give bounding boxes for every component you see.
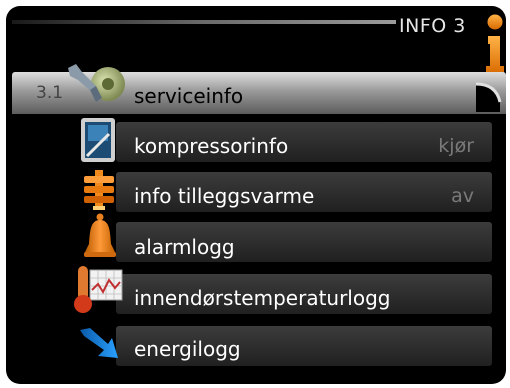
header-divider	[12, 20, 396, 24]
menu-item-label: innendørstemperaturlogg	[134, 286, 391, 310]
display-screen: INFO 3 3.1 serviceinfo kompressorinfo kj…	[6, 6, 506, 384]
thermometer-graph-icon	[74, 266, 123, 313]
menu-item-value: kjør	[438, 135, 474, 157]
page-title: INFO 3	[399, 15, 466, 37]
menu-item-label: alarmlogg	[134, 235, 235, 259]
info-icon	[486, 14, 504, 74]
menu-item-label: info tilleggsvarme	[134, 184, 315, 208]
energy-arrow-icon	[80, 328, 118, 358]
heater-icon	[84, 170, 114, 210]
menu-item-label: kompressorinfo	[134, 134, 289, 158]
menu-item-value: av	[451, 185, 474, 207]
compressor-display-icon	[81, 118, 115, 162]
alarm-bell-icon	[84, 213, 116, 257]
menu-item-label: energilogg	[134, 337, 241, 361]
selection-corner	[476, 82, 502, 112]
menu-item-number: 3.1	[36, 83, 64, 103]
menu-item-label: serviceinfo	[134, 84, 244, 108]
service-tools-icon	[68, 64, 125, 102]
